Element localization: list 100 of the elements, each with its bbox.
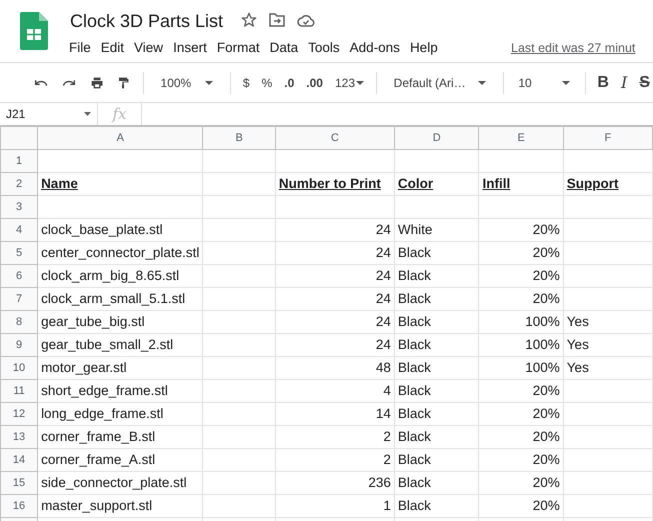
table-cell: Black — [398, 498, 431, 513]
table-cell: 236 — [368, 474, 391, 490]
table-cell: Black — [398, 474, 431, 490]
table-cell: Yes — [566, 360, 589, 375]
name-box[interactable]: J21 — [0, 103, 98, 125]
decrease-decimals-button[interactable]: .0 — [281, 72, 298, 94]
more-formats-dropdown[interactable]: 123 — [332, 72, 367, 94]
undo-icon[interactable] — [35, 78, 48, 88]
row-header[interactable]: 7 — [0, 288, 38, 310]
row-header[interactable]: 6 — [0, 264, 38, 288]
table-cell: Black — [398, 314, 431, 329]
table-cell: 20% — [532, 382, 560, 398]
caret-icon — [205, 80, 214, 84]
table-cell: Yes — [566, 336, 589, 352]
column-header[interactable]: D — [394, 126, 479, 150]
table-cell: 20% — [532, 428, 560, 444]
strikethrough-button[interactable]: S — [636, 68, 653, 96]
row-header[interactable]: 5 — [0, 242, 38, 264]
row-header[interactable]: 2 — [0, 172, 38, 196]
row-header[interactable]: 11 — [0, 380, 38, 402]
last-edit-link[interactable]: Last edit was 27 minut — [511, 39, 636, 58]
column-header[interactable]: B — [202, 126, 276, 150]
row-header[interactable]: 3 — [0, 196, 38, 218]
star-icon[interactable] — [241, 12, 257, 28]
paint-format-icon[interactable] — [119, 74, 129, 90]
column-header[interactable]: E — [478, 126, 564, 150]
row-header[interactable]: 15 — [0, 472, 38, 494]
font-dropdown[interactable]: Default (Ari… — [386, 72, 494, 94]
column-header[interactable]: F — [563, 126, 652, 150]
zoom-dropdown[interactable]: 100% — [152, 72, 222, 94]
table-cell: 48 — [376, 360, 391, 375]
table-cell: Black — [398, 406, 431, 421]
bold-button[interactable]: B — [594, 68, 612, 96]
table-cell: long_edge_frame.stl — [41, 406, 164, 421]
menu-item[interactable]: Insert — [168, 38, 212, 58]
table-cell: clock_base_plate.stl — [41, 222, 163, 237]
table-cell: 20% — [532, 474, 560, 490]
percent-button[interactable]: % — [258, 72, 276, 94]
table-cell: 4 — [383, 382, 391, 398]
table-cell: 20% — [532, 244, 560, 260]
menu-item[interactable]: File — [64, 38, 96, 58]
print-icon[interactable] — [91, 74, 104, 90]
menu-item[interactable]: Format — [212, 38, 265, 58]
table-cell: side_connector_plate.stl — [41, 474, 187, 490]
redo-icon[interactable] — [63, 78, 76, 88]
table-cell: 2 — [383, 452, 391, 467]
move-to-folder-icon[interactable] — [269, 13, 285, 27]
sheets-logo-icon[interactable] — [20, 12, 48, 50]
menu-item[interactable]: Data — [264, 38, 304, 58]
caret-icon — [84, 112, 91, 116]
row-header[interactable]: 1 — [0, 150, 38, 172]
row-header[interactable]: 12 — [0, 402, 38, 426]
table-cell: 20% — [532, 290, 560, 306]
column-header[interactable]: A — [38, 126, 203, 150]
table-cell: 20% — [532, 406, 560, 421]
row-header[interactable]: 9 — [0, 334, 38, 356]
table-cell: 20% — [532, 268, 560, 283]
table-cell: 14 — [376, 406, 391, 421]
table-cell: Black — [398, 244, 431, 260]
table-cell: 24 — [376, 222, 391, 237]
table-cell: 20% — [532, 222, 560, 237]
column-title: Infill — [482, 176, 510, 191]
table-cell: clock_arm_big_8.65.stl — [41, 268, 180, 283]
row-header[interactable]: 8 — [0, 310, 38, 334]
table-cell: Black — [398, 290, 431, 306]
row-header[interactable]: 14 — [0, 448, 38, 472]
table-cell: 24 — [376, 314, 391, 329]
menu-item[interactable]: Add-ons — [344, 38, 405, 58]
table-cell: corner_frame_B.stl — [41, 428, 156, 444]
row-header[interactable]: 10 — [0, 356, 38, 380]
document-title[interactable]: Clock 3D Parts List — [70, 8, 224, 35]
row-header[interactable]: 4 — [0, 218, 38, 242]
table-cell: Black — [398, 452, 431, 467]
table-cell: Black — [398, 428, 431, 444]
table-cell: 20% — [532, 452, 560, 467]
column-header[interactable]: C — [275, 126, 394, 150]
row-header[interactable]: 13 — [0, 426, 38, 448]
row-header[interactable]: 16 — [0, 494, 38, 518]
table-cell: clock_arm_small_5.1.stl — [41, 290, 186, 306]
table-cell: 100% — [525, 360, 560, 375]
menu-item[interactable]: View — [129, 38, 168, 58]
italic-button[interactable]: I — [618, 68, 630, 96]
table-cell: Black — [398, 268, 431, 283]
table-cell: 24 — [376, 244, 391, 260]
menu-item[interactable]: Edit — [96, 38, 130, 58]
table-cell: motor_gear.stl — [41, 360, 127, 375]
menu-item[interactable]: Help — [404, 38, 443, 58]
table-cell: 2 — [383, 428, 391, 444]
column-title: Support — [566, 176, 619, 191]
increase-decimals-button[interactable]: .00 — [303, 72, 326, 94]
menu-item[interactable]: Tools — [303, 38, 345, 58]
font-size-dropdown[interactable]: 10 — [512, 72, 576, 94]
currency-button[interactable]: $ — [240, 72, 253, 94]
cloud-check-icon[interactable] — [297, 14, 315, 26]
table-cell: Black — [398, 360, 431, 375]
cell-reference: J21 — [6, 106, 26, 123]
table-cell: 1 — [383, 498, 391, 513]
column-title: Number to Print — [278, 176, 381, 191]
column-title: Name — [41, 176, 78, 191]
table-cell: center_connector_plate.stl — [41, 244, 200, 260]
